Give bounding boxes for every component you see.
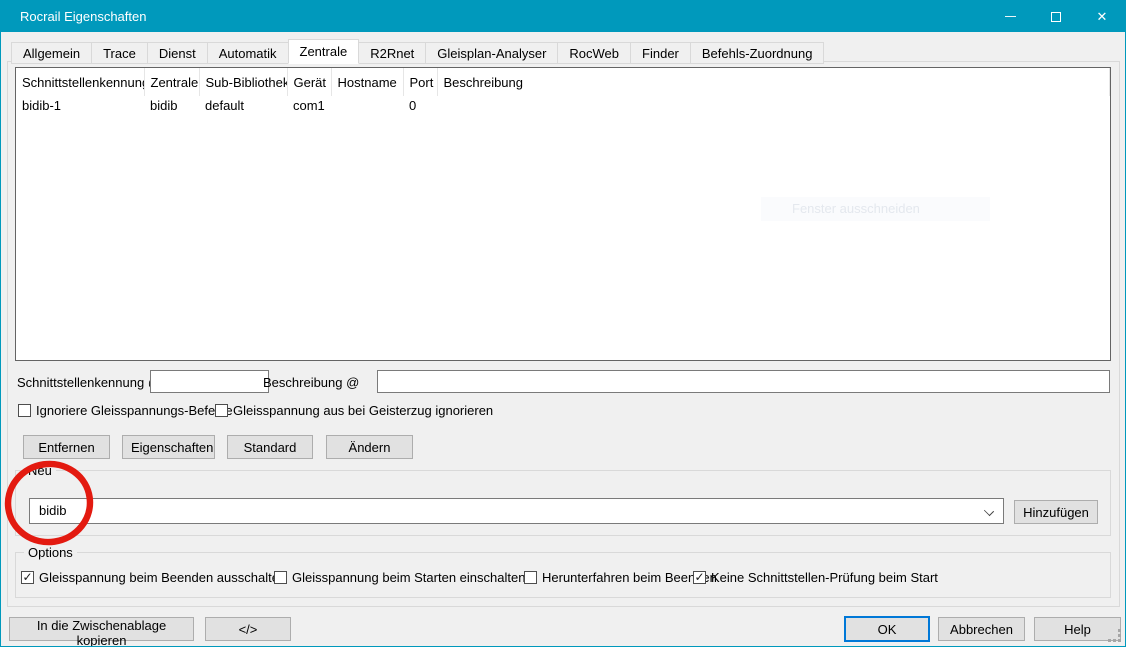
cell-beschreibung [437, 96, 1110, 117]
cell-id: bidib-1 [16, 96, 144, 117]
col-zentrale[interactable]: Zentrale [144, 68, 199, 96]
standard-button[interactable]: Standard [227, 435, 313, 459]
maximize-icon [1051, 12, 1061, 22]
maximize-button[interactable] [1033, 1, 1079, 32]
rocrail-properties-dialog: Rocrail Eigenschaften ✕ Allgemein Trace … [0, 0, 1126, 647]
checkbox-power-off-on-exit[interactable]: ✓ Gleisspannung beim Beenden ausschalten [21, 570, 286, 585]
checkbox-label: Keine Schnittstellen-Prüfung beim Start [711, 570, 938, 585]
col-port[interactable]: Port [403, 68, 437, 96]
description-label: Beschreibung @ [263, 375, 359, 390]
col-schnittstellenkennung[interactable]: Schnittstellenkennung [16, 68, 144, 96]
copy-to-clipboard-button[interactable]: In die Zwischenablage kopieren [9, 617, 194, 641]
tab-befehls-zuordnung[interactable]: Befehls-Zuordnung [690, 42, 825, 64]
remove-button[interactable]: Entfernen [23, 435, 110, 459]
cell-sublib: default [199, 96, 287, 117]
checkbox-shutdown-on-exit[interactable]: Herunterfahren beim Beenden [524, 570, 717, 585]
checkbox-label: Gleisspannung aus bei Geisterzug ignorie… [233, 403, 493, 418]
checkbox-box [274, 571, 287, 584]
combobox-value: bidib [39, 503, 66, 518]
resize-grip[interactable] [1109, 630, 1121, 642]
chevron-down-icon[interactable] [984, 506, 994, 516]
checkbox-label: Herunterfahren beim Beenden [542, 570, 717, 585]
help-button[interactable]: Help [1034, 617, 1121, 641]
minimize-icon [1005, 16, 1016, 17]
checkbox-box: ✓ [21, 571, 34, 584]
window-title: Rocrail Eigenschaften [1, 9, 146, 24]
checkmark-icon: ✓ [694, 571, 704, 583]
col-sub-bibliothek[interactable]: Sub-Bibliothek [199, 68, 287, 96]
tab-allgemein[interactable]: Allgemein [11, 42, 92, 64]
checkbox-label: Gleisspannung beim Beenden ausschalten [39, 570, 286, 585]
checkbox-box [18, 404, 31, 417]
cell-port: 0 [403, 96, 437, 117]
close-icon: ✕ [1097, 10, 1108, 23]
cancel-button[interactable]: Abbrechen [938, 617, 1025, 641]
ok-button[interactable]: OK [844, 616, 930, 642]
interface-id-input[interactable] [150, 370, 269, 393]
checkbox-box [215, 404, 228, 417]
interfaces-list[interactable]: Schnittstellenkennung Zentrale Sub-Bibli… [15, 67, 1111, 361]
close-button[interactable]: ✕ [1079, 1, 1125, 32]
properties-button[interactable]: Eigenschaften [122, 435, 215, 459]
add-button[interactable]: Hinzufügen [1014, 500, 1098, 524]
tab-finder[interactable]: Finder [630, 42, 691, 64]
checkbox-label: Gleisspannung beim Starten einschalten [292, 570, 525, 585]
col-hostname[interactable]: Hostname [331, 68, 403, 96]
table-row[interactable]: bidib-1 bidib default com1 0 [16, 96, 1110, 117]
cell-geraet: com1 [287, 96, 331, 117]
interfaces-table: Schnittstellenkennung Zentrale Sub-Bibli… [16, 68, 1110, 117]
interface-id-label: Schnittstellenkennung @ [17, 375, 161, 390]
checkbox-ignore-power-off-ghost-train[interactable]: Gleisspannung aus bei Geisterzug ignorie… [215, 403, 493, 418]
window-controls: ✕ [987, 1, 1125, 32]
col-geraet[interactable]: Gerät [287, 68, 331, 96]
tab-automatik[interactable]: Automatik [207, 42, 289, 64]
checkbox-label: Ignoriere Gleisspannungs-Befehle [36, 403, 233, 418]
minimize-button[interactable] [987, 1, 1033, 32]
tab-bar: Allgemein Trace Dienst Automatik Zentral… [11, 39, 824, 64]
tab-rocweb[interactable]: RocWeb [557, 42, 631, 64]
new-group-legend: Neu [24, 463, 56, 478]
code-view-button[interactable]: </> [205, 617, 291, 641]
checkbox-ignore-track-power-commands[interactable]: Ignoriere Gleisspannungs-Befehle [18, 403, 233, 418]
tab-zentrale[interactable]: Zentrale [288, 39, 360, 64]
new-library-combobox[interactable]: bidib [29, 498, 1004, 524]
modify-button[interactable]: Ändern [326, 435, 413, 459]
cell-zentrale: bidib [144, 96, 199, 117]
checkmark-icon: ✓ [22, 571, 32, 583]
cell-hostname [331, 96, 403, 117]
tab-r2rnet[interactable]: R2Rnet [358, 42, 426, 64]
tab-gleisplan-analyser[interactable]: Gleisplan-Analyser [425, 42, 558, 64]
tab-trace[interactable]: Trace [91, 42, 148, 64]
checkbox-box [524, 571, 537, 584]
description-input[interactable] [377, 370, 1110, 393]
tab-dienst[interactable]: Dienst [147, 42, 208, 64]
checkbox-no-interface-check-at-start[interactable]: ✓ Keine Schnittstellen-Prüfung beim Star… [693, 570, 938, 585]
titlebar[interactable]: Rocrail Eigenschaften ✕ [1, 1, 1125, 32]
table-header-row: Schnittstellenkennung Zentrale Sub-Bibli… [16, 68, 1110, 96]
checkbox-power-on-at-start[interactable]: Gleisspannung beim Starten einschalten [274, 570, 525, 585]
col-beschreibung[interactable]: Beschreibung [437, 68, 1110, 96]
checkbox-box: ✓ [693, 571, 706, 584]
options-group-legend: Options [24, 545, 77, 560]
